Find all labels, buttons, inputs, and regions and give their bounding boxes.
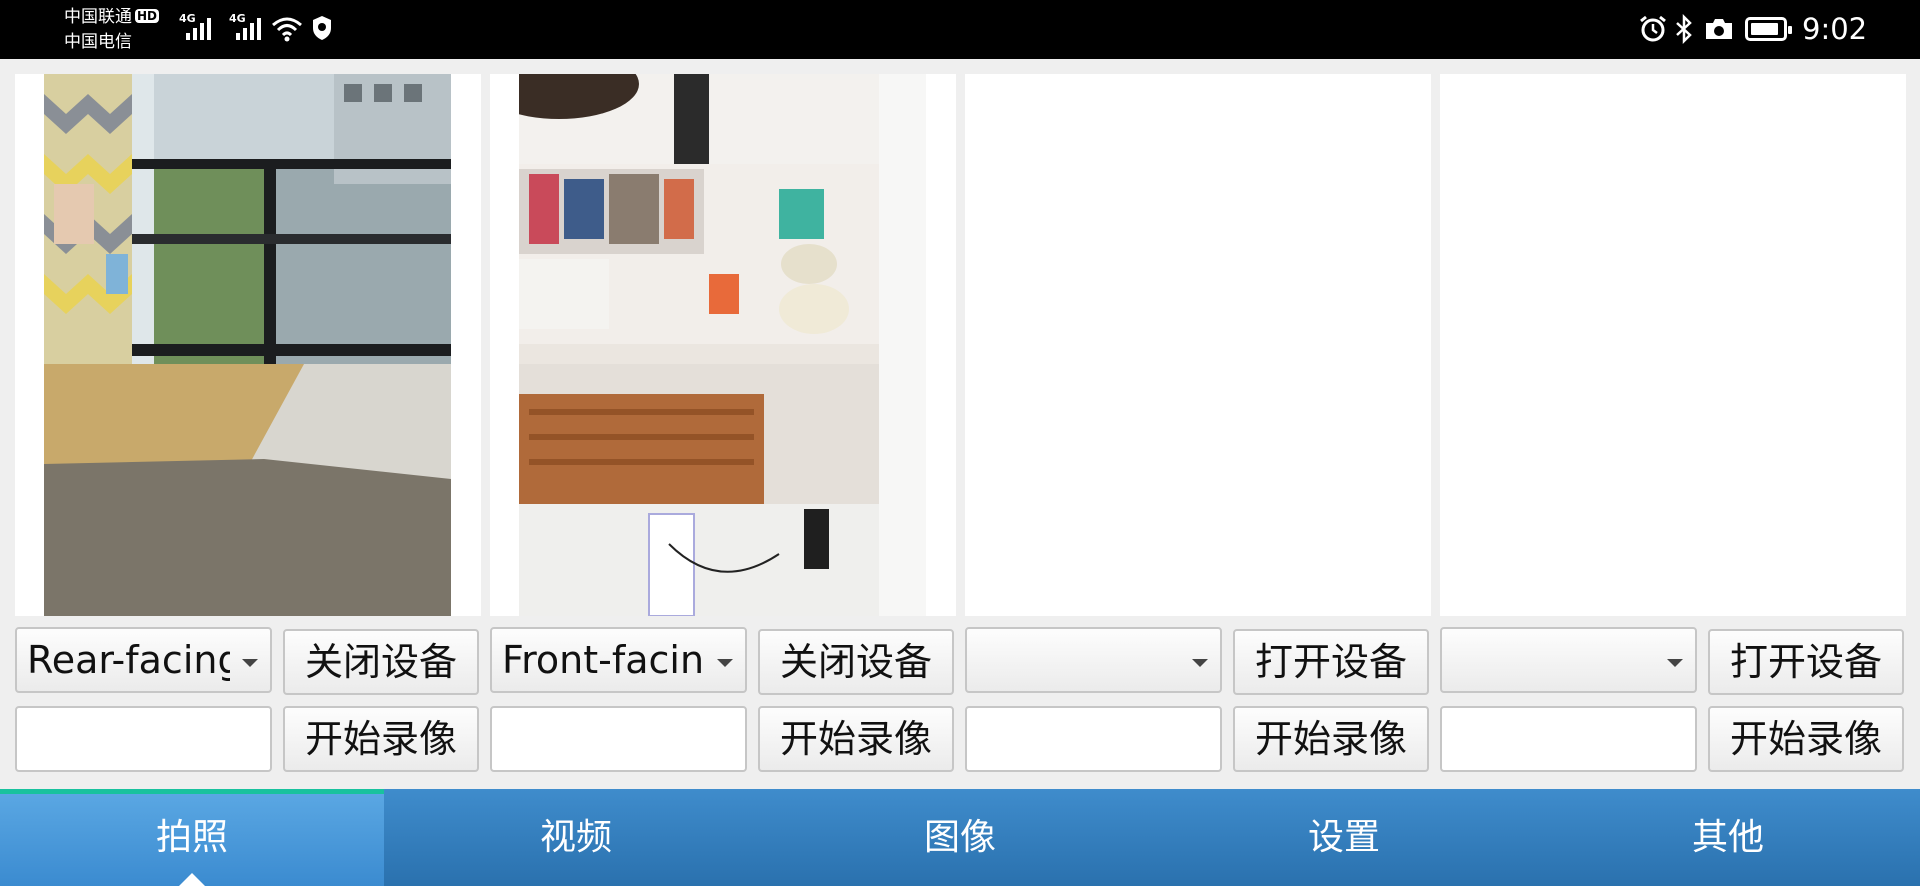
carrier-2-label: 中国电信 [64, 32, 132, 52]
signal-icon: 4G [229, 12, 261, 40]
shield-icon [313, 16, 331, 40]
close-device-button-1[interactable]: 关闭设备 [283, 629, 479, 695]
status-bar: 中国联通 HD 中国电信 4G 4G 9:02 [0, 0, 1920, 59]
camera-select-1-value: Rear-facing c [27, 638, 230, 682]
record-field-3[interactable] [965, 706, 1222, 772]
camera-preview-3 [965, 74, 1431, 616]
carrier-1-label: 中国联通 [64, 7, 132, 27]
camera-select-1[interactable]: Rear-facing c [15, 627, 272, 693]
signal-icon: 4G [179, 12, 211, 40]
start-recording-button-4[interactable]: 开始录像 [1708, 706, 1904, 772]
chevron-down-icon [242, 659, 258, 667]
rear-camera-preview-image [44, 74, 451, 616]
record-field-4[interactable] [1440, 706, 1697, 772]
camera-select-4[interactable] [1440, 627, 1697, 693]
chevron-down-icon [1192, 659, 1208, 667]
tab-other[interactable]: 其他 [1536, 789, 1920, 886]
network-type-2: 4G [229, 12, 246, 25]
record-field-1[interactable] [15, 706, 272, 772]
alarm-icon [1640, 15, 1666, 42]
carrier-info: 中国联通 HD 中国电信 [64, 5, 160, 55]
open-device-button-3[interactable]: 打开设备 [1233, 629, 1429, 695]
close-device-button-2[interactable]: 关闭设备 [758, 629, 954, 695]
camera-preview-1 [15, 74, 481, 616]
battery-icon [1745, 17, 1792, 41]
bluetooth-icon [1676, 14, 1692, 44]
camera-select-3[interactable] [965, 627, 1222, 693]
wifi-icon [272, 17, 302, 42]
tab-image[interactable]: 图像 [768, 789, 1152, 886]
record-field-2[interactable] [490, 706, 747, 772]
camera-select-2[interactable]: Front-facing [490, 627, 747, 693]
network-type-1: 4G [179, 12, 196, 25]
camera-icon [1706, 19, 1732, 39]
camera-preview-2 [490, 74, 956, 616]
start-recording-button-3[interactable]: 开始录像 [1233, 706, 1429, 772]
bottom-nav: 拍照 视频 图像 设置 其他 [0, 789, 1920, 886]
hd-badge: HD [135, 9, 160, 23]
start-recording-button-1[interactable]: 开始录像 [283, 706, 479, 772]
camera-select-2-value: Front-facing [502, 638, 705, 682]
tab-photo[interactable]: 拍照 [0, 789, 384, 886]
tab-video[interactable]: 视频 [384, 789, 768, 886]
camera-preview-4 [1440, 74, 1906, 616]
chevron-down-icon [1667, 659, 1683, 667]
open-device-button-4[interactable]: 打开设备 [1708, 629, 1904, 695]
tab-settings[interactable]: 设置 [1152, 789, 1536, 886]
start-recording-button-2[interactable]: 开始录像 [758, 706, 954, 772]
front-camera-preview-image [519, 74, 926, 616]
chevron-down-icon [717, 659, 733, 667]
clock: 9:02 [1802, 12, 1868, 46]
